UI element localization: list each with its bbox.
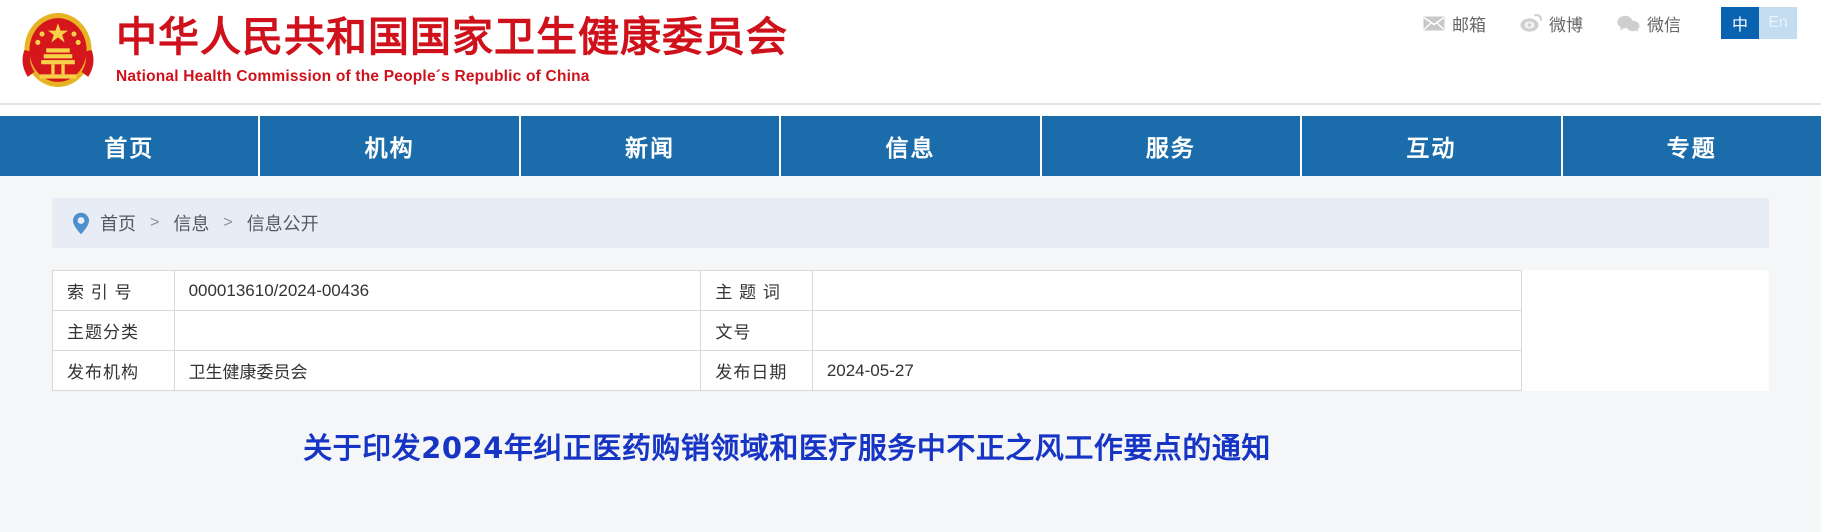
top-utility-bar: 邮箱 微博 微信 中 En: [1389, 0, 1821, 46]
meta-value-issuing-agency: 卫生健康委员会: [173, 350, 702, 391]
meta-label-issuing-agency: 发布机构: [52, 350, 175, 391]
nav-item-news[interactable]: 新闻: [521, 116, 782, 176]
wechat-icon: [1617, 15, 1640, 32]
mail-link-label: 邮箱: [1452, 15, 1486, 35]
meta-label-doc-number: 文号: [700, 310, 813, 351]
weibo-link[interactable]: 微博: [1520, 11, 1583, 36]
org-name-cn: 中华人民共和国国家卫生健康委员会: [116, 13, 788, 62]
metadata-table: 索 引 号 000013610/2024-00436 主 题 词 主题分类 文号…: [52, 270, 1523, 391]
organization-names: 中华人民共和国国家卫生健康委员会 National Health Commiss…: [116, 14, 788, 85]
document-title: 关于印发2024年纠正医药购销领域和医疗服务中不正之风工作要点的通知: [303, 431, 1271, 465]
breadcrumb-separator-1: >: [150, 214, 160, 231]
meta-value-subject-term: [811, 270, 1523, 311]
mail-icon: [1423, 16, 1445, 31]
nav-item-interact[interactable]: 互动: [1302, 116, 1563, 176]
meta-value-doc-number: [811, 310, 1523, 351]
national-emblem-icon: [16, 8, 100, 92]
breadcrumb-item-home[interactable]: 首页: [100, 210, 136, 236]
meta-label-publish-date: 发布日期: [700, 350, 813, 391]
nav-item-info[interactable]: 信息: [781, 116, 1042, 176]
meta-value-subject-class: [173, 310, 702, 351]
meta-value-index-number: 000013610/2024-00436: [173, 270, 702, 311]
content-inner: 首页 > 信息 > 信息公开 索 引 号 000013610/2024-0043…: [52, 198, 1769, 467]
page-content: 首页 > 信息 > 信息公开 索 引 号 000013610/2024-0043…: [0, 176, 1821, 532]
main-navigation: 首页 机构 新闻 信息 服务 互动 专题: [0, 116, 1821, 176]
org-name-en: National Health Commission of the People…: [116, 67, 590, 85]
location-pin-icon: [72, 212, 90, 235]
meta-label-subject-term: 主 题 词: [700, 270, 813, 311]
mail-link[interactable]: 邮箱: [1423, 11, 1486, 36]
wechat-link[interactable]: 微信: [1617, 11, 1681, 36]
masthead: 中华人民共和国国家卫生健康委员会 National Health Commiss…: [16, 8, 788, 92]
metadata-table-wrapper: 索 引 号 000013610/2024-00436 主 题 词 主题分类 文号…: [52, 270, 1769, 391]
nav-item-home[interactable]: 首页: [0, 116, 261, 176]
breadcrumb: 首页 > 信息 > 信息公开: [52, 198, 1769, 248]
meta-label-index-number: 索 引 号: [52, 270, 175, 311]
header-divider: [0, 103, 1821, 105]
breadcrumb-separator-2: >: [223, 214, 233, 231]
table-row: 索 引 号 000013610/2024-00436 主 题 词: [52, 270, 1523, 311]
nav-item-agency[interactable]: 机构: [260, 116, 521, 176]
nav-item-services[interactable]: 服务: [1042, 116, 1303, 176]
table-row: 主题分类 文号: [52, 310, 1523, 351]
lang-button-en[interactable]: En: [1759, 7, 1797, 39]
nav-item-topics[interactable]: 专题: [1563, 116, 1821, 176]
wechat-link-label: 微信: [1647, 15, 1681, 35]
table-row: 发布机构 卫生健康委员会 发布日期 2024-05-27: [52, 350, 1523, 391]
breadcrumb-item-info[interactable]: 信息: [173, 210, 209, 236]
meta-value-publish-date: 2024-05-27: [811, 350, 1523, 391]
breadcrumb-item-disclosure[interactable]: 信息公开: [247, 210, 319, 236]
lang-button-zh[interactable]: 中: [1721, 7, 1759, 39]
weibo-link-label: 微博: [1549, 15, 1583, 35]
weibo-icon: [1520, 14, 1542, 32]
language-toggle[interactable]: 中 En: [1721, 7, 1797, 39]
meta-label-subject-class: 主题分类: [52, 310, 175, 351]
